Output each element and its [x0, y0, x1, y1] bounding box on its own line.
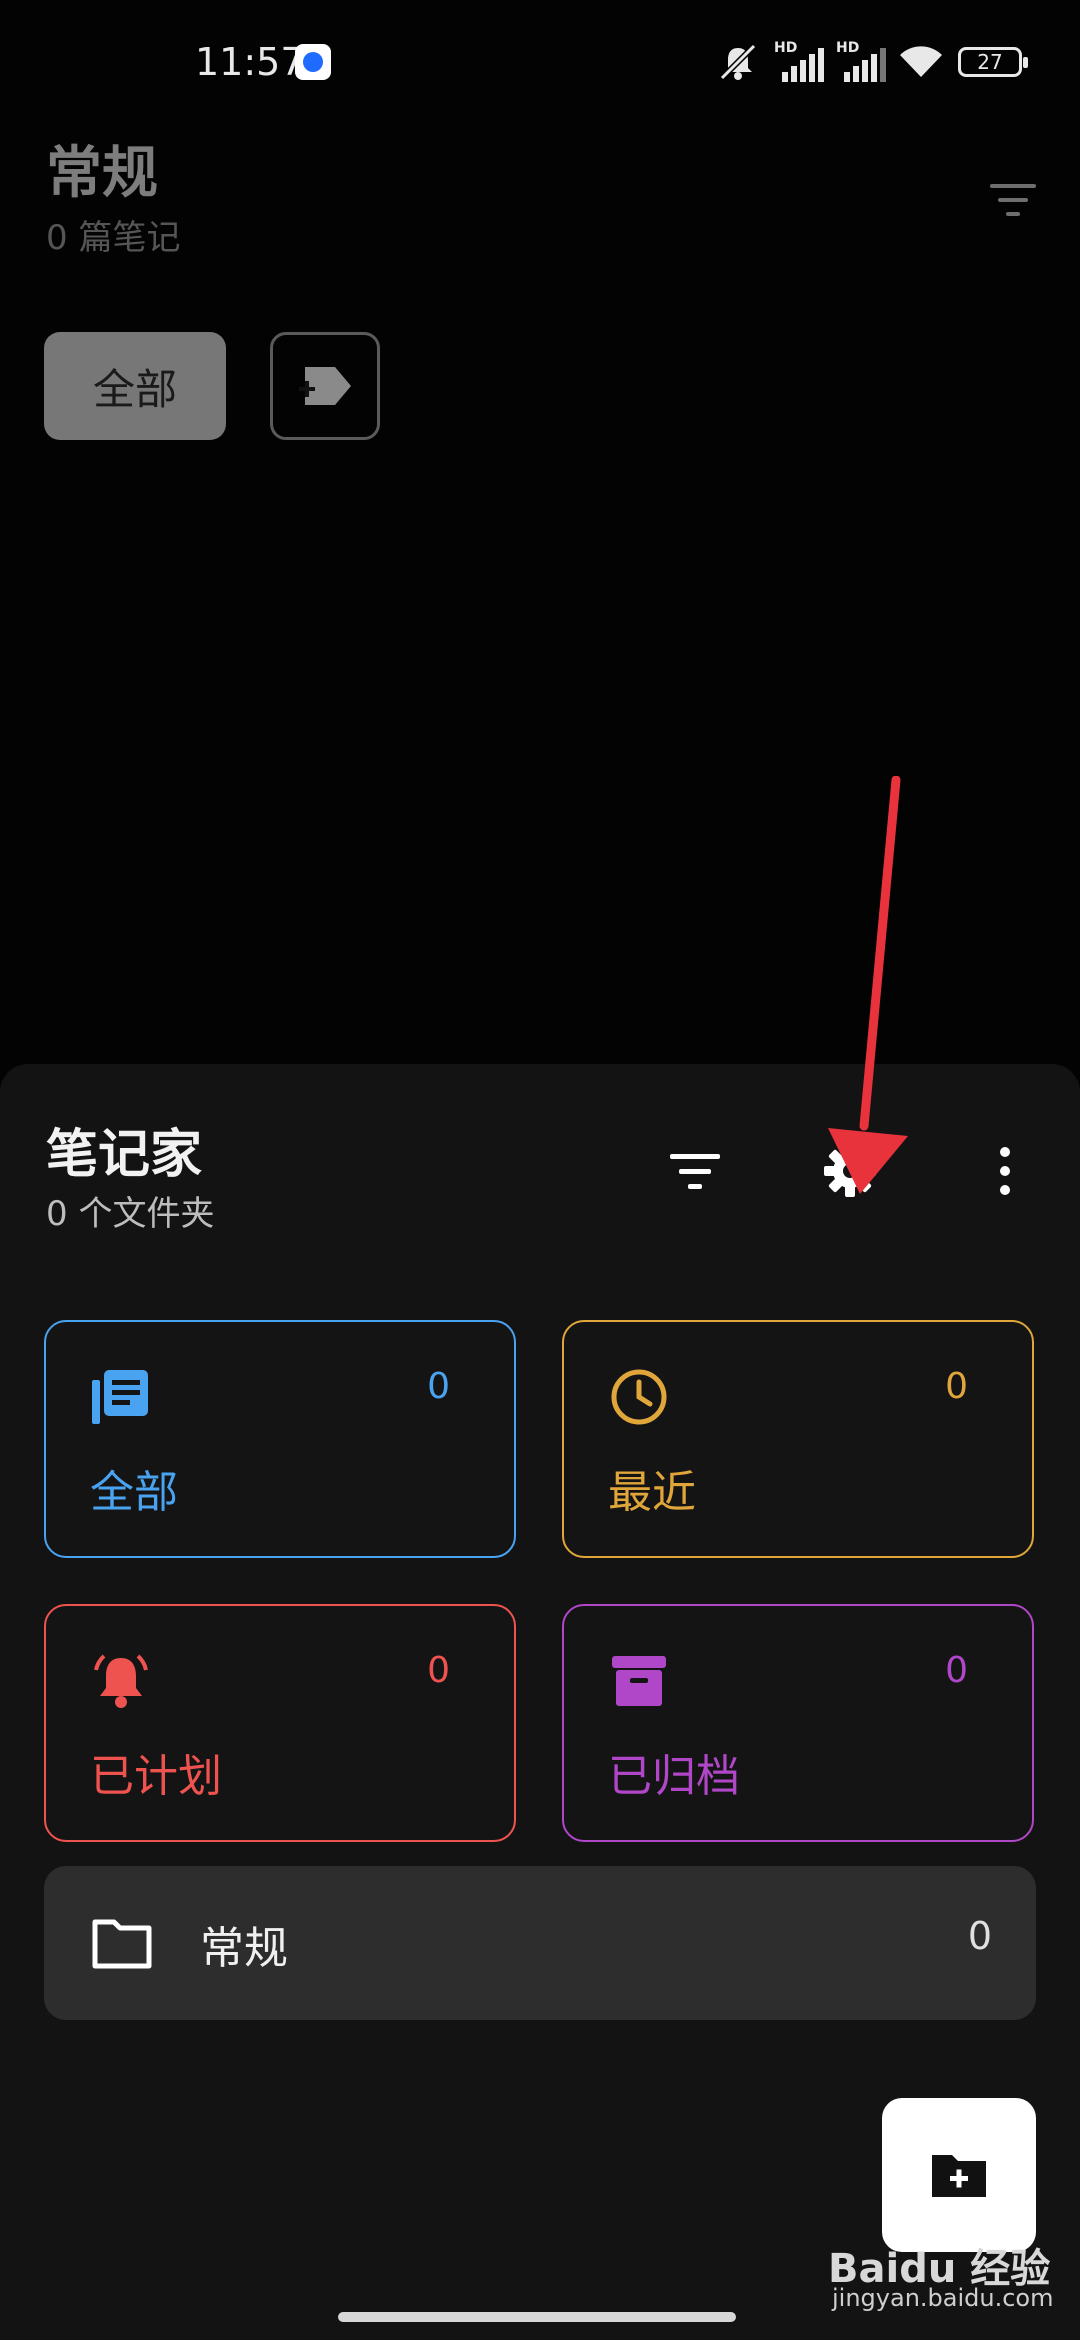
card-scheduled[interactable]: 0 已计划: [44, 1604, 516, 1842]
folder-item[interactable]: 常规 0: [44, 1866, 1036, 2020]
filter-icon[interactable]: [990, 182, 1036, 218]
wifi-icon: [900, 46, 942, 77]
sort-button[interactable]: [660, 1136, 730, 1206]
app-notification-icon: [295, 44, 331, 80]
page-subtitle: 0 篇笔记: [46, 218, 181, 258]
card-label: 已归档: [608, 1751, 740, 1802]
chip-all[interactable]: 全部: [44, 332, 226, 440]
clock-icon: [611, 1369, 667, 1425]
sheet-title: 笔记家: [46, 1125, 203, 1185]
more-vert-icon: [1000, 1147, 1010, 1195]
signal-hd-icon: HD: [836, 40, 886, 82]
watermark-url: jingyan.baidu.com: [832, 2284, 1054, 2312]
card-count: 0: [945, 1366, 968, 1407]
home-indicator[interactable]: [338, 2312, 736, 2322]
card-label: 全部: [90, 1467, 178, 1518]
new-folder-button[interactable]: [882, 2098, 1036, 2252]
add-tag-icon: [299, 367, 351, 405]
add-tag-button[interactable]: [270, 332, 380, 440]
notes-stack-icon: [92, 1370, 148, 1424]
card-count: 0: [427, 1650, 450, 1691]
card-count: 0: [945, 1650, 968, 1691]
mute-icon: [719, 43, 757, 81]
sheet-subtitle: 0 个文件夹: [46, 1194, 215, 1234]
page-title: 常规: [46, 141, 158, 206]
card-recent[interactable]: 0 最近: [562, 1320, 1034, 1558]
archive-icon: [612, 1656, 666, 1706]
folder-icon: [92, 1919, 152, 1969]
card-all[interactable]: 0 全部: [44, 1320, 516, 1558]
filter-icon: [670, 1154, 720, 1189]
card-label: 最近: [608, 1467, 696, 1518]
bell-icon: [94, 1654, 148, 1708]
folder-label: 常规: [200, 1923, 288, 1974]
more-options-button[interactable]: [970, 1136, 1040, 1206]
annotation-arrow: [828, 776, 908, 1194]
status-icons: HD HD 27: [716, 40, 1028, 84]
status-time: 11:57: [195, 40, 305, 84]
card-label: 已计划: [90, 1751, 222, 1802]
card-archived[interactable]: 0 已归档: [562, 1604, 1034, 1842]
folder-add-icon: [932, 2155, 986, 2197]
folder-count: 0: [967, 1914, 992, 1958]
battery-icon: 27: [958, 47, 1028, 77]
signal-hd-icon: HD: [774, 40, 824, 82]
card-count: 0: [427, 1366, 450, 1407]
